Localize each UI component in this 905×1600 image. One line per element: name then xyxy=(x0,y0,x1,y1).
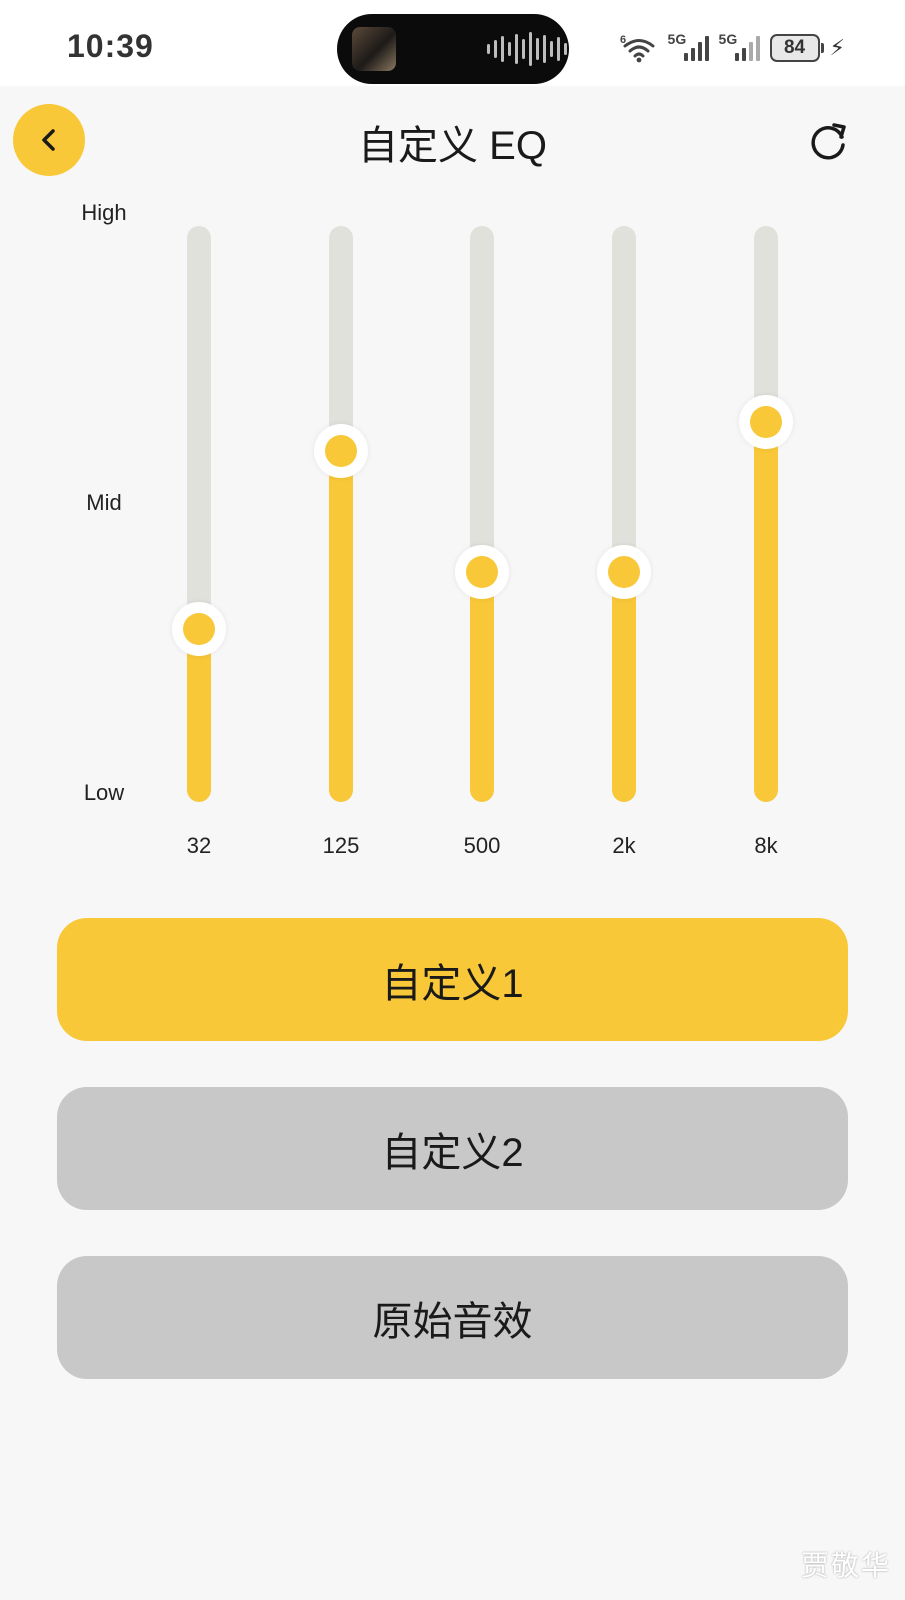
slider-knob[interactable] xyxy=(739,395,793,449)
slider-track[interactable] xyxy=(329,226,353,802)
slider-knob[interactable] xyxy=(172,602,226,656)
slider-track[interactable] xyxy=(754,226,778,802)
slider-knob[interactable] xyxy=(314,424,368,478)
status-icons: 6 5G 5G 84 ⚡ xyxy=(620,30,845,66)
battery-icon: 84 xyxy=(769,34,824,62)
dynamic-island[interactable] xyxy=(337,14,569,84)
wifi-icon: 6 xyxy=(620,34,655,63)
eq-slider-2k[interactable] xyxy=(597,226,651,802)
slider-track[interactable] xyxy=(470,226,494,802)
page-title: 自定义 EQ xyxy=(358,124,547,168)
preset-button-custom-1[interactable]: 自定义1 xyxy=(57,918,848,1041)
watermark: 贾敬华 xyxy=(800,1550,891,1581)
status-time: 10:39 xyxy=(67,28,154,64)
slider-fill xyxy=(754,422,778,802)
slider-knob[interactable] xyxy=(597,545,651,599)
slider-fill xyxy=(470,572,494,802)
freq-label-8k: 8k xyxy=(754,833,778,858)
slider-track[interactable] xyxy=(612,226,636,802)
freq-label-125: 125 xyxy=(322,833,360,858)
level-label-mid: Mid xyxy=(86,490,122,515)
refresh-icon[interactable] xyxy=(804,117,852,165)
preset-button-custom-2[interactable]: 自定义2 xyxy=(57,1087,848,1210)
freq-label-500: 500 xyxy=(463,833,501,858)
eq-slider-32[interactable] xyxy=(172,226,226,802)
eq-slider-500[interactable] xyxy=(455,226,509,802)
level-label-low: Low xyxy=(83,780,125,805)
slider-knob[interactable] xyxy=(455,545,509,599)
slider-fill xyxy=(329,451,353,802)
preset-button-original[interactable]: 原始音效 xyxy=(57,1256,848,1379)
charging-bolt-icon: ⚡ xyxy=(829,35,845,60)
album-art-thumbnail xyxy=(352,27,396,71)
cellular-signal-icon: 5G xyxy=(719,31,760,61)
slider-fill xyxy=(612,572,636,802)
eq-slider-8k[interactable] xyxy=(739,226,793,802)
level-label-high: High xyxy=(81,200,127,225)
audio-waveform-icon xyxy=(487,32,567,66)
status-bar: 10:39 6 5G 5G 84 ⚡ xyxy=(0,0,905,86)
freq-label-32: 32 xyxy=(186,833,212,858)
cellular-signal-icon: 5G xyxy=(668,31,709,61)
eq-slider-125[interactable] xyxy=(314,226,368,802)
slider-track[interactable] xyxy=(187,226,211,802)
freq-label-2k: 2k xyxy=(612,833,636,858)
